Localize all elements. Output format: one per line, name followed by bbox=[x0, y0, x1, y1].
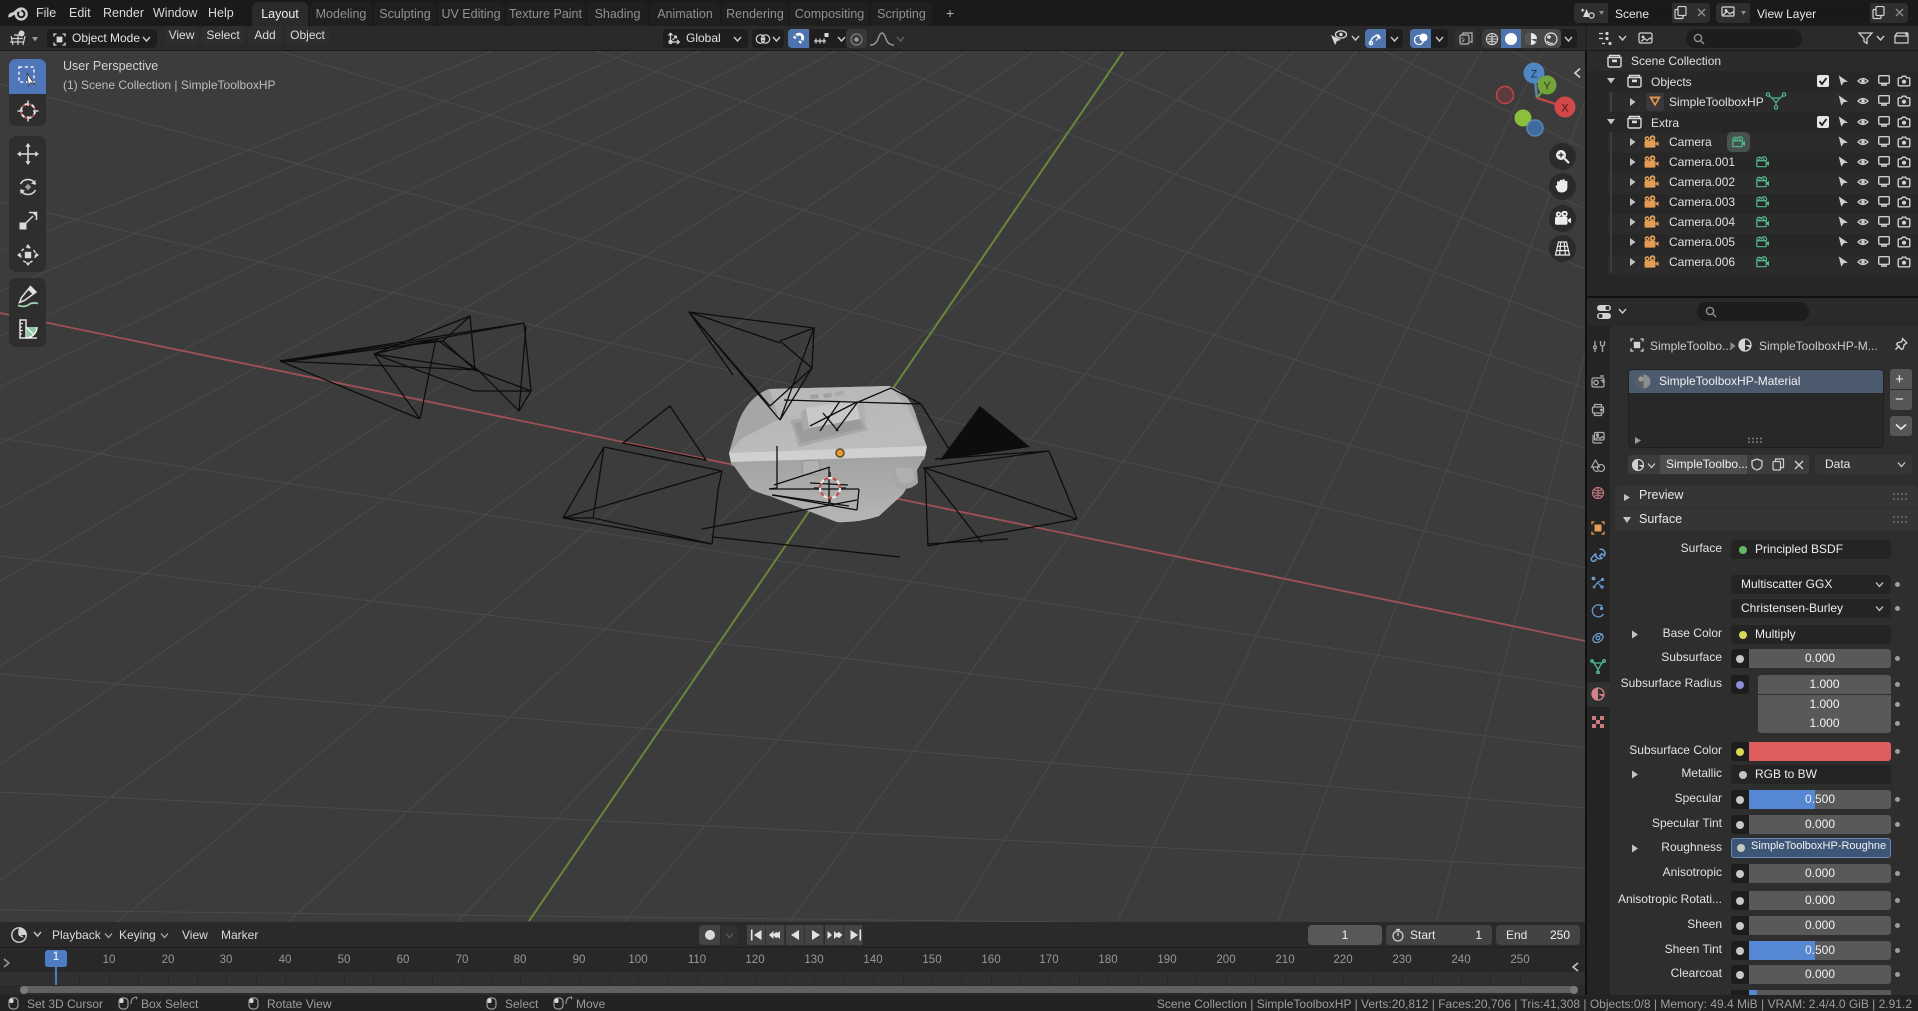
svg-text:Y: Y bbox=[1543, 81, 1551, 93]
svg-text:Camera: Camera bbox=[1669, 135, 1712, 149]
svg-text:SimpleToolboxHP: SimpleToolboxHP bbox=[1669, 95, 1764, 109]
svg-text:Scene Collection: Scene Collection bbox=[1631, 54, 1721, 68]
svg-text:Camera.006: Camera.006 bbox=[1669, 255, 1735, 269]
svg-text:Z: Z bbox=[1531, 69, 1538, 81]
svg-text:Extra: Extra bbox=[1651, 116, 1679, 130]
svg-text:Camera.001: Camera.001 bbox=[1669, 155, 1735, 169]
svg-text:Camera.005: Camera.005 bbox=[1669, 235, 1735, 249]
svg-text:Camera.003: Camera.003 bbox=[1669, 195, 1735, 209]
svg-text:Objects: Objects bbox=[1651, 75, 1692, 89]
svg-text:Camera.004: Camera.004 bbox=[1669, 215, 1735, 229]
svg-text:X: X bbox=[1561, 103, 1569, 115]
svg-text:Camera.002: Camera.002 bbox=[1669, 175, 1735, 189]
